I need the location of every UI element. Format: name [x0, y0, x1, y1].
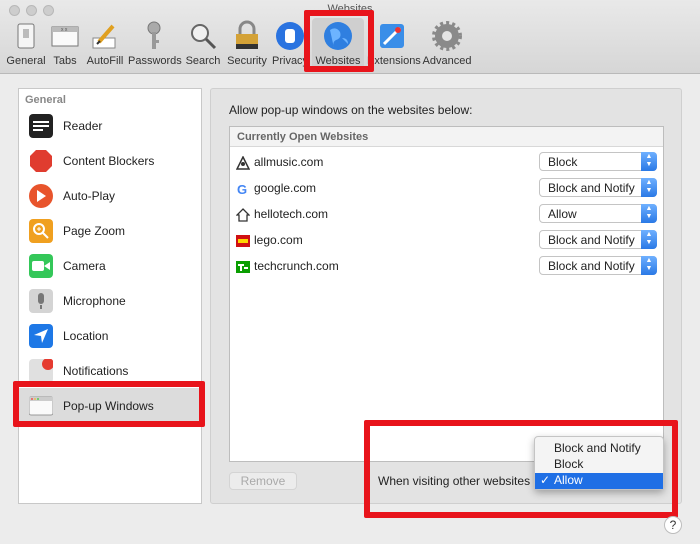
table-row: hellotech.com Allow ▲ ▼	[230, 202, 663, 228]
sidebar-item-reader[interactable]: Reader	[19, 108, 201, 143]
techcrunch-favicon-icon	[236, 260, 250, 274]
websites-table: Currently Open Websites allmusic.com Blo…	[229, 126, 664, 462]
checkmark-icon: ✓	[540, 473, 551, 487]
sidebar-item-camera[interactable]: Camera	[19, 248, 201, 283]
tabs-icon: x x	[49, 20, 81, 52]
microphone-icon	[29, 288, 53, 313]
menu-option-block-and-notify[interactable]: Block and Notify	[535, 441, 663, 457]
general-switch-icon	[10, 20, 42, 52]
stepper-arrows-icon: ▲ ▼	[641, 204, 657, 223]
toolbar-search[interactable]: Search	[185, 18, 221, 72]
sidebar-item-popup-windows[interactable]: Pop-up Windows	[19, 388, 201, 423]
svg-text:G: G	[237, 182, 247, 196]
sidebar-item-microphone[interactable]: Microphone	[19, 283, 201, 318]
camera-icon	[29, 253, 53, 278]
table-row: G google.com Block and Notify ▲ ▼	[230, 176, 663, 202]
google-favicon-icon: G	[236, 182, 250, 197]
toolbar-extensions[interactable]: Extensions	[367, 18, 421, 72]
toolbar-privacy[interactable]: Privacy	[272, 18, 308, 72]
toolbar-tabs[interactable]: x x Tabs	[48, 18, 82, 72]
magnifier-icon	[187, 20, 219, 52]
toolbar-advanced[interactable]: Advanced	[422, 18, 472, 72]
autofill-pencil-icon	[89, 20, 121, 52]
site-name: lego.com	[254, 233, 303, 247]
table-row: lego.com Block and Notify ▲ ▼	[230, 228, 663, 254]
gear-icon	[431, 20, 463, 52]
menu-option-allow[interactable]: ✓ Allow	[535, 473, 663, 489]
site-name: google.com	[254, 181, 317, 195]
stepper-arrows-icon: ▲ ▼	[641, 152, 657, 171]
puzzle-icon	[376, 20, 408, 52]
hand-icon	[274, 20, 306, 52]
key-icon	[138, 20, 170, 52]
notification-icon	[29, 358, 53, 383]
location-arrow-icon	[29, 323, 53, 348]
sidebar-item-page-zoom[interactable]: Page Zoom	[19, 213, 201, 248]
popup-setting-select[interactable]: Block and Notify ▲ ▼	[539, 256, 657, 275]
sidebar-item-auto-play[interactable]: Auto-Play	[19, 178, 201, 213]
help-button[interactable]: ?	[664, 516, 682, 534]
table-header: Currently Open Websites	[230, 127, 663, 147]
play-icon	[29, 183, 53, 208]
lock-icon	[231, 20, 263, 52]
site-name: hellotech.com	[254, 207, 329, 221]
sidebar-header: General	[25, 94, 66, 106]
sidebar-item-notifications[interactable]: Notifications	[19, 353, 201, 388]
popup-setting-select[interactable]: Block ▲ ▼	[539, 152, 657, 171]
other-websites-label: When visiting other websites	[378, 474, 531, 488]
table-row: techcrunch.com Block and Notify ▲ ▼	[230, 254, 663, 280]
stepper-arrows-icon: ▲ ▼	[641, 230, 657, 249]
sidebar-item-location[interactable]: Location	[19, 318, 201, 353]
stepper-arrows-icon: ▲ ▼	[641, 178, 657, 197]
lego-favicon-icon	[236, 234, 250, 248]
globe-icon	[322, 20, 354, 52]
svg-text:x x: x x	[61, 27, 68, 33]
popup-setting-select[interactable]: Block and Notify ▲ ▼	[539, 230, 657, 249]
toolbar: Websites General x x Tabs AutoFill Passw…	[0, 0, 700, 74]
sidebar-item-content-blockers[interactable]: Content Blockers	[19, 143, 201, 178]
toolbar-general[interactable]: General	[5, 18, 47, 72]
hellotech-favicon-icon	[235, 208, 251, 222]
reader-icon	[29, 113, 53, 138]
site-name: allmusic.com	[254, 155, 324, 169]
remove-button[interactable]: Remove	[229, 472, 297, 490]
site-name: techcrunch.com	[254, 259, 339, 273]
panel-prompt: Allow pop-up windows on the websites bel…	[229, 103, 473, 117]
sidebar: General Reader Content Blockers Auto-Pla…	[18, 88, 202, 504]
stepper-arrows-icon: ▲ ▼	[641, 256, 657, 275]
toolbar-security[interactable]: Security	[226, 18, 268, 72]
window-title: Websites	[327, 3, 373, 15]
stop-sign-icon	[29, 149, 53, 173]
popup-setting-select[interactable]: Block and Notify ▲ ▼	[539, 178, 657, 197]
allmusic-favicon-icon	[235, 155, 251, 170]
toolbar-passwords[interactable]: Passwords	[128, 18, 182, 72]
popup-window-icon	[29, 394, 53, 418]
popup-setting-select[interactable]: Allow ▲ ▼	[539, 204, 657, 223]
table-row: allmusic.com Block ▲ ▼	[230, 150, 663, 176]
menu-option-block[interactable]: Block	[535, 457, 663, 473]
toolbar-autofill[interactable]: AutoFill	[85, 18, 125, 72]
other-websites-dropdown-menu[interactable]: Block and Notify Block ✓ Allow	[534, 436, 664, 490]
toolbar-websites[interactable]: Websites	[312, 18, 364, 72]
zoom-icon	[29, 218, 53, 243]
